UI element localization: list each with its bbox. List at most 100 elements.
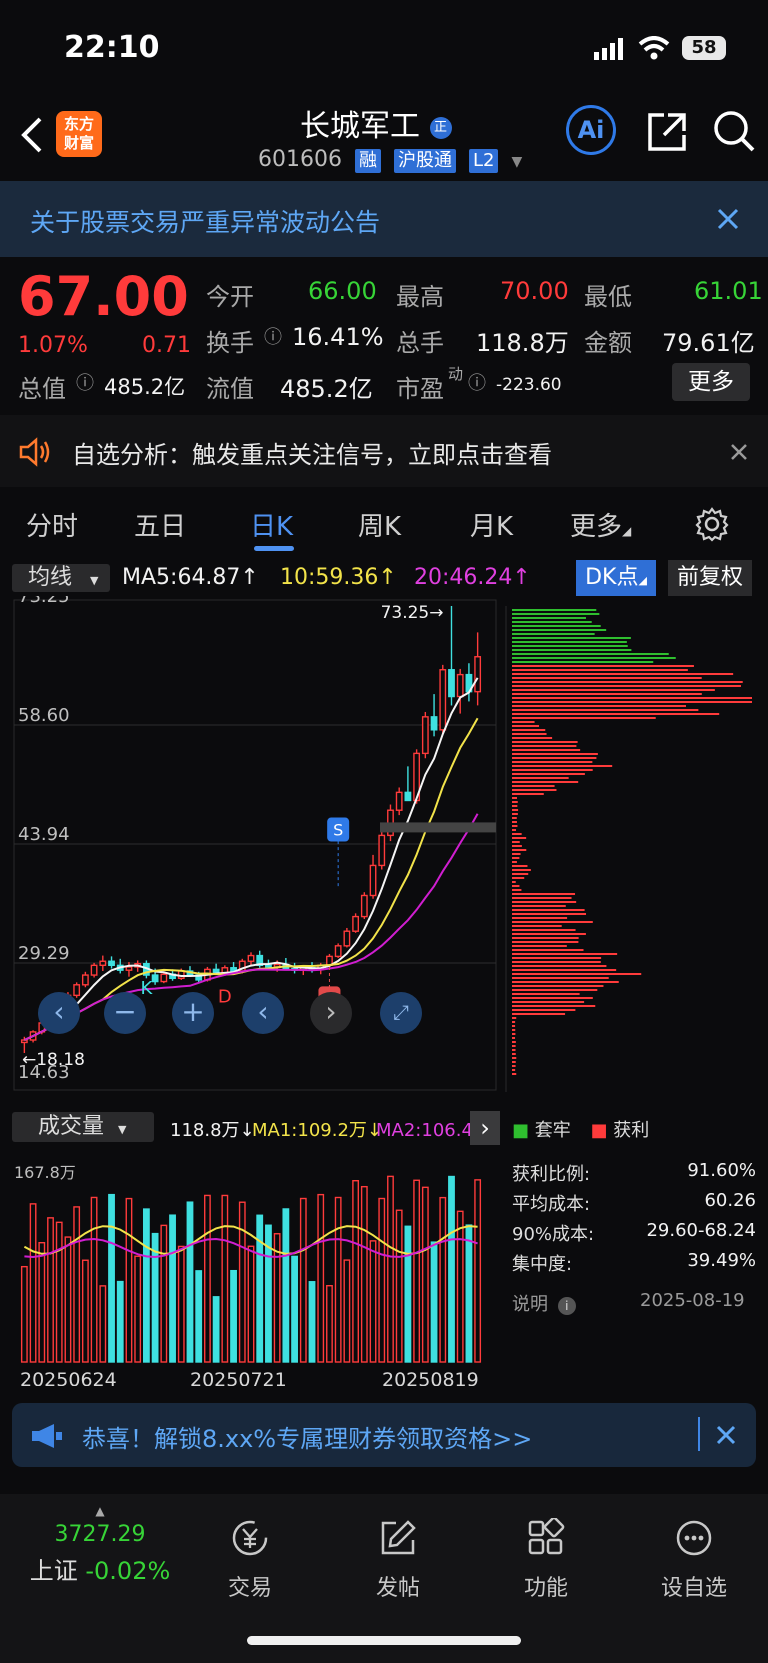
close-icon[interactable] — [716, 1425, 736, 1445]
chip-note[interactable]: 说明 i — [512, 1290, 576, 1316]
volume-selector[interactable]: 成交量 ▼ — [12, 1112, 154, 1142]
formal-badge-icon: 正 — [429, 116, 452, 139]
volume-bar — [421, 1186, 429, 1363]
candle-body — [352, 915, 360, 932]
tab-five-day[interactable]: 五日 — [134, 506, 186, 543]
announcement-banner[interactable]: 关于股票交易严重异常波动公告 — [0, 181, 768, 257]
status-bar: 22:10 58 — [0, 0, 768, 95]
tab-monthly-k[interactable]: 月K — [470, 506, 513, 543]
volume-bar — [99, 1285, 107, 1363]
close-icon[interactable] — [716, 207, 740, 231]
post-button[interactable]: 发帖 — [338, 1518, 458, 1602]
candle-body — [395, 791, 403, 811]
chevron-down-icon: ▼ — [511, 154, 523, 170]
volume-bar — [90, 1196, 98, 1363]
tab-weekly-k[interactable]: 周K — [358, 506, 401, 543]
zoom-in-button[interactable]: + — [172, 992, 214, 1034]
ma5-value: MA5:64.87↑ — [122, 565, 259, 590]
volume-value: 118.8万 — [476, 329, 569, 357]
candle-body — [404, 791, 412, 802]
indicator-selector[interactable]: 均线 ▼ — [12, 564, 110, 592]
chip-date: 2025-08-19 — [640, 1290, 745, 1311]
signal-icon — [594, 38, 623, 60]
marker-k: K — [140, 978, 153, 999]
volume-bar — [29, 1203, 37, 1363]
candle-body — [474, 656, 482, 693]
chip-stat-value: 60.26 — [704, 1190, 756, 1211]
app-logo[interactable]: 东方 财富 — [56, 111, 102, 157]
gear-icon[interactable] — [694, 506, 730, 542]
candle-body — [430, 716, 438, 731]
profit-swatch-icon: ■ — [590, 1120, 608, 1141]
open-label: 今开 — [206, 283, 254, 311]
volume-bar — [116, 1280, 124, 1363]
close-icon[interactable] — [730, 443, 748, 461]
chip-stat-row: 90%成本: 29.60-68.24 — [512, 1220, 756, 1250]
function-button[interactable]: 功能 — [486, 1516, 606, 1602]
status-time: 22:10 — [64, 30, 160, 65]
x-date-label: 20250721 — [190, 1369, 287, 1386]
ai-button[interactable]: Ai — [566, 105, 616, 155]
volume-bar — [404, 1225, 412, 1363]
volume-bar — [317, 1193, 325, 1363]
float-value: 485.2亿 — [280, 375, 373, 403]
amount-value: 79.61亿 — [662, 329, 755, 357]
candle-body — [177, 970, 185, 980]
candle-body — [151, 974, 159, 983]
chip-stat-label: 获利比例: — [512, 1164, 591, 1185]
candle-body — [421, 716, 429, 755]
promo-banner[interactable]: 恭喜！解锁8.xx%专属理财券领取资格>> — [12, 1403, 756, 1467]
index-value: 3727.29 — [54, 1522, 146, 1547]
fullscreen-button[interactable]: ⤢ — [380, 992, 422, 1034]
chip-stat-row: 集中度: 39.49% — [512, 1250, 756, 1280]
volume-bar — [326, 1284, 333, 1363]
add-watchlist-button[interactable]: 设自选 — [634, 1518, 754, 1602]
watchlist-alert[interactable]: 自选分析：触发重点关注信号，立即点击查看 — [0, 415, 768, 487]
current-price: 67.00 — [18, 265, 189, 328]
search-icon[interactable] — [712, 109, 756, 153]
back-icon[interactable] — [18, 115, 44, 155]
chip-stat-label: 90%成本: — [512, 1224, 595, 1245]
high-price-label: 73.25→ — [381, 603, 444, 623]
candle-body — [378, 834, 386, 867]
info-icon[interactable]: ⓘ — [76, 369, 94, 395]
volume-bar — [108, 1193, 115, 1363]
volume-bar — [160, 1224, 168, 1363]
index-change: -0.02% — [85, 1557, 171, 1585]
y-tick-label: 43.94 — [18, 824, 70, 845]
volume-bar — [465, 1224, 473, 1363]
quote-panel: 67.00 1.07% 0.71 今开 66.00 最高 70.00 最低 61… — [0, 257, 768, 407]
x-date-label: 20250819 — [382, 1369, 479, 1386]
index-ticker[interactable]: ▲ 3727.29 上证 -0.02% — [20, 1504, 180, 1586]
candle-body — [212, 968, 220, 974]
prev-bar-button[interactable]: ‹ — [38, 992, 80, 1034]
volume-bar — [238, 1201, 246, 1363]
active-tab-indicator — [254, 546, 294, 551]
home-indicator — [247, 1636, 521, 1645]
adjust-button[interactable]: 前复权 — [668, 560, 752, 596]
zoom-out-button[interactable]: − — [104, 992, 146, 1034]
trade-button[interactable]: 交易 — [190, 1518, 310, 1602]
tab-intraday[interactable]: 分时 — [26, 506, 78, 543]
volume-bar — [282, 1208, 290, 1363]
dk-point-button[interactable]: DK点◢ — [576, 560, 656, 596]
chip-stat-row: 平均成本: 60.26 — [512, 1190, 756, 1220]
more-button[interactable]: 更多 — [672, 363, 750, 401]
scroll-right-button[interactable]: › — [310, 992, 352, 1034]
corner-triangle-icon: ◢ — [622, 524, 632, 538]
tab-daily-k[interactable]: 日K — [250, 506, 293, 543]
stock-code: 601606 — [258, 147, 342, 172]
info-icon[interactable]: ⓘ — [468, 369, 486, 395]
volume-bar — [125, 1197, 133, 1363]
scroll-left-button[interactable]: ‹ — [242, 992, 284, 1034]
info-icon[interactable]: ⓘ — [264, 323, 282, 349]
megaphone-icon — [32, 1424, 62, 1448]
candle-body — [456, 673, 464, 698]
share-icon[interactable] — [646, 111, 688, 153]
volume-bar — [456, 1210, 464, 1363]
tab-more[interactable]: 更多◢ — [570, 506, 631, 543]
chevron-right-icon[interactable]: › — [470, 1111, 500, 1145]
battery-icon: 58 — [682, 36, 726, 60]
candle-body — [334, 945, 342, 958]
stock-code-row[interactable]: 601606 融 沪股通 L2 ▼ — [258, 147, 522, 173]
